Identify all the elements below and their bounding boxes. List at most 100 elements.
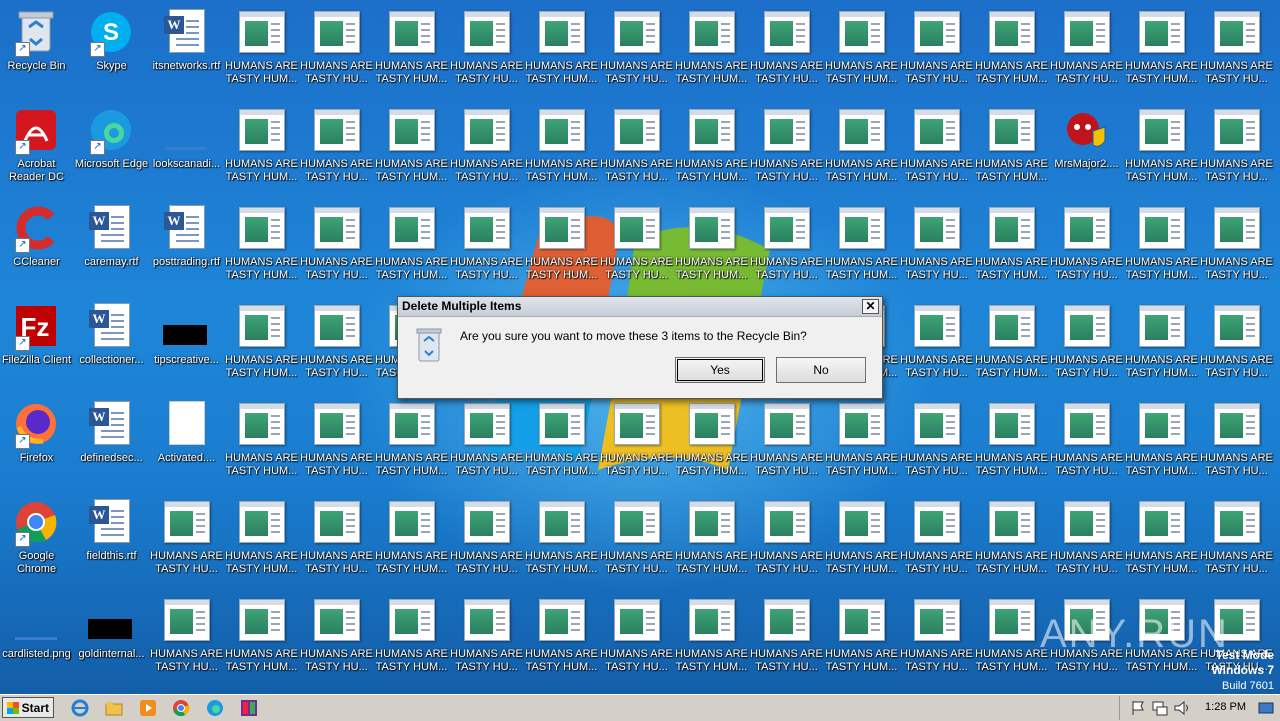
desktop-icon-mrsmajor[interactable]: MrsMajor2.... [1049,101,1124,199]
desktop-icon-humans-are-tasty[interactable]: HUMANS ARE TASTY HUM... [224,297,299,395]
show-desktop-icon[interactable] [1256,698,1276,718]
desktop-icon-humans-are-tasty[interactable]: HUMANS ARE TASTY HU... [749,101,824,199]
desktop-icon-humans-are-tasty[interactable]: HUMANS ARE TASTY HU... [449,591,524,689]
desktop-icon-humans-are-tasty[interactable]: HUMANS ARE TASTY HUM... [974,297,1049,395]
desktop-icon-humans-are-tasty[interactable]: HUMANS ARE TASTY HUM... [524,3,599,101]
explorer-folder-icon[interactable] [104,698,124,718]
desktop-icon-skype[interactable]: S ↗ Skype [74,3,149,101]
desktop-icon-itsnetworks[interactable]: Witsnetworks.rtf [149,3,224,101]
desktop-icon-edge[interactable]: ↗ Microsoft Edge [74,101,149,199]
desktop-icon-humans-are-tasty[interactable]: HUMANS ARE TASTY HUM... [674,395,749,493]
desktop-icon-humans-are-tasty[interactable]: HUMANS ARE TASTY HU... [1049,3,1124,101]
desktop-icon-humans-are-tasty[interactable]: HUMANS ARE TASTY HUM... [674,3,749,101]
clock[interactable]: 1:28 PM [1205,701,1246,713]
volume-icon[interactable] [1172,698,1192,718]
yes-button[interactable]: Yes [675,357,765,383]
desktop-icon-humans-are-tasty[interactable]: HUMANS ARE TASTY HUM... [524,101,599,199]
desktop-icon-humans-are-tasty[interactable]: HUMANS ARE TASTY HUM... [674,101,749,199]
desktop-icon-humans-are-tasty[interactable]: HUMANS ARE TASTY HUM... [224,591,299,689]
desktop-icon-humans-are-tasty[interactable]: HUMANS ARE TASTY HUM... [224,101,299,199]
desktop-icon-humans-are-tasty[interactable]: HUMANS ARE TASTY HUM... [1124,493,1199,591]
desktop-icon-humans-are-tasty[interactable]: HUMANS ARE TASTY HUM... [824,199,899,297]
desktop-icon-humans-are-tasty[interactable]: HUMANS ARE TASTY HU... [749,591,824,689]
desktop-icon-humans-are-tasty[interactable]: HUMANS ARE TASTY HU... [599,3,674,101]
desktop-icon-humans-are-tasty[interactable]: HUMANS ARE TASTY HU... [299,3,374,101]
media-player-icon[interactable] [138,698,158,718]
desktop-icon-humans-are-tasty[interactable]: HUMANS ARE TASTY HU... [1199,199,1274,297]
desktop-icon-humans-are-tasty[interactable]: HUMANS ARE TASTY HUM... [524,493,599,591]
desktop-icon-humans-are-tasty[interactable]: HUMANS ARE TASTY HU... [899,101,974,199]
desktop-icon-recycle-bin[interactable]: ↗ Recycle Bin [0,3,74,101]
desktop-icon-humans-are-tasty[interactable]: HUMANS ARE TASTY HU... [1049,199,1124,297]
dialog-close-button[interactable]: ✕ [862,299,879,314]
desktop-icon-humans-are-tasty[interactable]: HUMANS ARE TASTY HUM... [374,493,449,591]
desktop-icon-humans-are-tasty[interactable]: HUMANS ARE TASTY HU... [1199,493,1274,591]
desktop-icon-humans-are-tasty[interactable]: HUMANS ARE TASTY HUM... [224,199,299,297]
desktop-icon-humans-are-tasty[interactable]: HUMANS ARE TASTY HUM... [824,395,899,493]
desktop-icon-humans-are-tasty[interactable]: HUMANS ARE TASTY HUM... [674,493,749,591]
desktop-icon-humans-are-tasty[interactable]: HUMANS ARE TASTY HU... [599,591,674,689]
desktop-icon-humans-are-tasty[interactable]: HUMANS ARE TASTY HUM... [1124,101,1199,199]
desktop-icon-humans-are-tasty[interactable]: HUMANS ARE TASTY HUM... [974,101,1049,199]
desktop-icon-humans-are-tasty[interactable]: HUMANS ARE TASTY HU... [149,591,224,689]
edge-icon[interactable] [205,698,225,718]
desktop-icon-humans-are-tasty[interactable]: HUMANS ARE TASTY HU... [1199,3,1274,101]
desktop-icon-humans-are-tasty[interactable]: HUMANS ARE TASTY HUM... [824,591,899,689]
desktop-icon-humans-are-tasty[interactable]: HUMANS ARE TASTY HU... [749,493,824,591]
desktop-icon-humans-are-tasty[interactable]: HUMANS ARE TASTY HU... [749,3,824,101]
desktop-icon-humans-are-tasty[interactable]: HUMANS ARE TASTY HUM... [674,591,749,689]
desktop-icon-cardlisted[interactable]: cardlisted.png [0,591,74,689]
desktop-icon-humans-are-tasty[interactable]: HUMANS ARE TASTY HUM... [974,395,1049,493]
desktop-icon-humans-are-tasty[interactable]: HUMANS ARE TASTY HU... [599,199,674,297]
desktop-icon-humans-are-tasty[interactable]: HUMANS ARE TASTY HUM... [1124,3,1199,101]
desktop-icon-goldinternal[interactable]: goldinternal... [74,591,149,689]
desktop-icon-fieldthis[interactable]: Wfieldthis.rtf [74,493,149,591]
desktop-icon-humans-are-tasty[interactable]: HUMANS ARE TASTY HU... [299,297,374,395]
desktop-icon-humans-are-tasty[interactable]: HUMANS ARE TASTY HU... [1049,297,1124,395]
desktop-icon-humans-are-tasty[interactable]: HUMANS ARE TASTY HU... [1049,493,1124,591]
desktop-icon-posttrading[interactable]: Wposttrading.rtf [149,199,224,297]
internet-explorer-icon[interactable] [70,698,90,718]
desktop-icon-humans-are-tasty[interactable]: HUMANS ARE TASTY HU... [599,101,674,199]
desktop-icon-humans-are-tasty[interactable]: HUMANS ARE TASTY HUM... [974,493,1049,591]
desktop-icon-humans-are-tasty[interactable]: HUMANS ARE TASTY HUM... [674,199,749,297]
winrar-icon[interactable] [239,698,259,718]
desktop-icon-humans-are-tasty[interactable]: HUMANS ARE TASTY HU... [899,199,974,297]
desktop-icon-humans-are-tasty[interactable]: HUMANS ARE TASTY HU... [749,395,824,493]
desktop-icon-filezilla[interactable]: Fz ↗ FileZilla Client [0,297,74,395]
chrome-icon[interactable] [171,698,191,718]
desktop-icon-humans-are-tasty[interactable]: HUMANS ARE TASTY HUM... [824,493,899,591]
desktop-icon-activated[interactable]: Activated.... [149,395,224,493]
desktop-icon-chrome[interactable]: ↗ Google Chrome [0,493,74,591]
desktop-icon-humans-are-tasty[interactable]: HUMANS ARE TASTY HUM... [974,3,1049,101]
desktop-icon-humans-are-tasty[interactable]: HUMANS ARE TASTY HUM... [1124,297,1199,395]
desktop-icon-humans-are-tasty[interactable]: HUMANS ARE TASTY HUM... [224,395,299,493]
desktop-icon-humans-are-tasty[interactable]: HUMANS ARE TASTY HUM... [374,3,449,101]
desktop-icon-humans-are-tasty[interactable]: HUMANS ARE TASTY HUM... [374,199,449,297]
desktop-icon-humans-are-tasty[interactable]: HUMANS ARE TASTY HUM... [524,591,599,689]
desktop-icon-acrobat[interactable]: ↗ Acrobat Reader DC [0,101,74,199]
desktop-icon-humans-are-tasty[interactable]: HUMANS ARE TASTY HUM... [824,3,899,101]
desktop-icon-humans-are-tasty[interactable]: HUMANS ARE TASTY HUM... [374,101,449,199]
desktop-icon-humans-are-tasty[interactable]: HUMANS ARE TASTY HU... [899,3,974,101]
desktop-icon-humans-are-tasty[interactable]: HUMANS ARE TASTY HU... [449,395,524,493]
desktop-icon-humans-are-tasty[interactable]: HUMANS ARE TASTY HUM... [974,591,1049,689]
start-button[interactable]: Start [2,697,54,718]
desktop-icon-humans-are-tasty[interactable]: HUMANS ARE TASTY HUM... [1124,199,1199,297]
desktop-icon-humans-are-tasty[interactable]: HUMANS ARE TASTY HUM... [224,493,299,591]
desktop-icon-humans-are-tasty[interactable]: HUMANS ARE TASTY HU... [449,3,524,101]
desktop-icon-humans-are-tasty[interactable]: HUMANS ARE TASTY HU... [299,493,374,591]
desktop-icon-humans-are-tasty[interactable]: HUMANS ARE TASTY HU... [299,591,374,689]
desktop-icon-humans-are-tasty[interactable]: HUMANS ARE TASTY HUM... [224,3,299,101]
desktop-icon-definedsec[interactable]: Wdefinedsec... [74,395,149,493]
desktop-icon-humans-are-tasty[interactable]: HUMANS ARE TASTY HU... [299,199,374,297]
desktop-icon-humans-are-tasty[interactable]: HUMANS ARE TASTY HUM... [374,395,449,493]
desktop-icon-humans-are-tasty[interactable]: HUMANS ARE TASTY HU... [449,493,524,591]
desktop-icon-humans-are-tasty[interactable]: HUMANS ARE TASTY HUM... [824,101,899,199]
desktop-icon-humans-are-tasty[interactable]: HUMANS ARE TASTY HU... [149,493,224,591]
desktop-icon-humans-are-tasty[interactable]: HUMANS ARE TASTY HU... [299,101,374,199]
desktop-icon-humans-are-tasty[interactable]: HUMANS ARE TASTY HUM... [524,199,599,297]
action-center-flag-icon[interactable] [1128,698,1148,718]
desktop-icon-humans-are-tasty[interactable]: HUMANS ARE TASTY HU... [1049,395,1124,493]
desktop-icon-humans-are-tasty[interactable]: HUMANS ARE TASTY HU... [899,493,974,591]
